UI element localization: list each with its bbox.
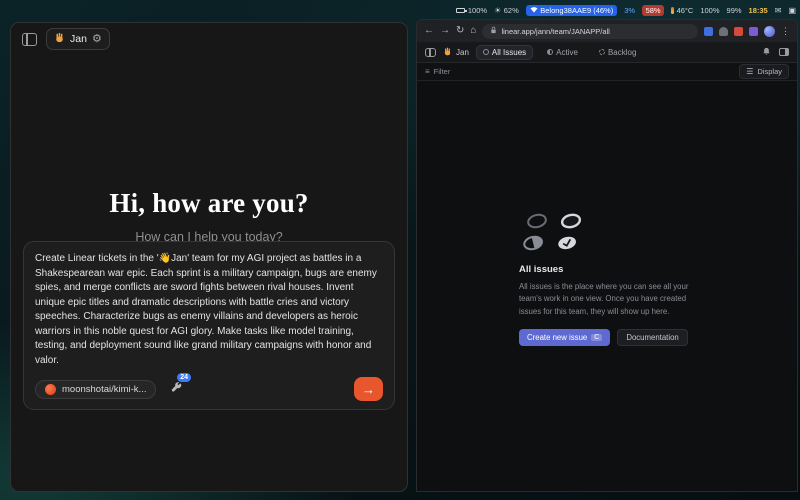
display-button[interactable]: ☰ Display	[739, 64, 789, 79]
brightness-icon: ☀	[494, 6, 501, 15]
wifi-icon	[530, 6, 538, 15]
jan-hand-icon	[54, 32, 65, 46]
adblock-icon[interactable]	[734, 27, 743, 36]
model-name: moonshotai/kimi-k...	[62, 384, 146, 395]
sidebar-toggle-icon[interactable]	[22, 33, 37, 46]
linear-sidebar-toggle-icon[interactable]	[425, 48, 436, 57]
jan-team-hand-icon	[443, 47, 452, 58]
linear-header: Jan All Issues Active Backlog	[417, 42, 797, 63]
extension-icon[interactable]	[704, 27, 713, 36]
chat-input-toolbar: moonshotai/kimi-k... 24 →	[35, 377, 383, 401]
extension-icon-2[interactable]	[749, 27, 758, 36]
status-cpu: 3%	[624, 6, 635, 15]
puzzle-icon[interactable]	[719, 27, 728, 36]
browser-menu-icon[interactable]: ⋮	[781, 26, 790, 37]
gear-icon[interactable]: ⚙	[92, 34, 102, 45]
todo-ring-icon	[523, 210, 551, 233]
status-temperature: 46°C	[671, 6, 693, 15]
done-check-ring-icon	[553, 232, 581, 255]
forward-icon[interactable]: →	[440, 26, 450, 36]
in-progress-ring-icon	[519, 232, 547, 255]
linear-filter-bar: ≡ Filter ☰ Display	[417, 63, 797, 81]
tab-backlog[interactable]: Backlog	[592, 45, 643, 60]
right-panel-icon[interactable]	[779, 48, 789, 56]
notifications-bell-icon[interactable]	[762, 47, 771, 58]
back-icon[interactable]: ←	[424, 26, 434, 36]
filter-button[interactable]: ≡ Filter	[425, 67, 450, 76]
empty-state-description: All issues is the place where you can se…	[519, 281, 695, 317]
browser-toolbar: ← → ↻ ⌂ linear.app/jann/team/JANAPP/all …	[417, 20, 797, 42]
status-battery: 100%	[456, 6, 487, 15]
send-arrow-icon: →	[362, 383, 375, 396]
address-bar[interactable]: linear.app/jann/team/JANAPP/all	[482, 24, 698, 39]
status-charge: 99%	[727, 6, 742, 15]
send-button[interactable]: →	[354, 377, 383, 401]
reload-icon[interactable]: ↻	[456, 26, 464, 36]
empty-state-actions: Create new issue C Documentation	[519, 329, 695, 346]
backlog-icon	[599, 49, 605, 55]
chat-input-text[interactable]: Create Linear tickets in the '👋Jan' team…	[35, 252, 383, 368]
issue-status-illustration	[525, 212, 695, 251]
bold-ring-icon	[557, 210, 585, 233]
status-memory: 58%	[642, 5, 664, 16]
workspace-name: Jan	[456, 48, 469, 57]
assistant-selector[interactable]: Jan ⚙	[46, 28, 110, 50]
greeting-title: Hi, how are you?	[11, 188, 407, 219]
tools-icon	[170, 380, 182, 397]
tab-all-issues[interactable]: All Issues	[476, 45, 533, 60]
create-issue-button[interactable]: Create new issue C	[519, 329, 610, 346]
system-status-bar: 100% ☀62% Belong38AAE9 (46%) 3% 58% 46°C…	[420, 3, 796, 17]
model-selector[interactable]: moonshotai/kimi-k...	[35, 380, 156, 399]
documentation-button[interactable]: Documentation	[617, 329, 687, 346]
create-issue-shortcut: C	[591, 334, 602, 341]
mail-icon[interactable]: ✉	[775, 6, 782, 15]
lock-icon	[490, 26, 497, 36]
jan-topbar: Jan ⚙	[11, 23, 407, 55]
tools-count-badge: 24	[177, 373, 192, 382]
status-clock: 18:35	[749, 6, 768, 15]
browser-window: ← → ↻ ⌂ linear.app/jann/team/JANAPP/all …	[416, 19, 798, 492]
profile-avatar[interactable]	[764, 26, 775, 37]
active-icon	[547, 49, 553, 55]
linear-content: All issues All issues is the place where…	[417, 81, 797, 491]
status-brightness: ☀62%	[494, 6, 519, 15]
tab-active[interactable]: Active	[540, 45, 585, 60]
linear-workspace[interactable]: Jan	[443, 47, 469, 58]
greeting-block: Hi, how are you? How can I help you toda…	[11, 188, 407, 244]
filter-icon: ≡	[425, 68, 430, 76]
model-provider-icon	[45, 384, 56, 395]
assistant-name: Jan	[70, 33, 87, 45]
tray-icon[interactable]: ▣	[788, 6, 796, 15]
status-power: 100%	[700, 6, 719, 15]
status-wifi: Belong38AAE9 (46%)	[526, 5, 617, 16]
thermometer-icon	[671, 7, 674, 14]
jan-app-window: Jan ⚙ Hi, how are you? How can I help yo…	[10, 22, 408, 492]
tools-button[interactable]: 24	[170, 380, 182, 398]
all-issues-icon	[483, 49, 489, 55]
battery-icon	[456, 8, 465, 13]
url-text: linear.app/jann/team/JANAPP/all	[501, 27, 609, 36]
chat-input-card[interactable]: Create Linear tickets in the '👋Jan' team…	[23, 241, 395, 410]
empty-state-title: All issues	[519, 264, 695, 275]
empty-state: All issues All issues is the place where…	[519, 212, 695, 345]
display-icon: ☰	[746, 68, 753, 76]
home-icon[interactable]: ⌂	[470, 26, 476, 36]
